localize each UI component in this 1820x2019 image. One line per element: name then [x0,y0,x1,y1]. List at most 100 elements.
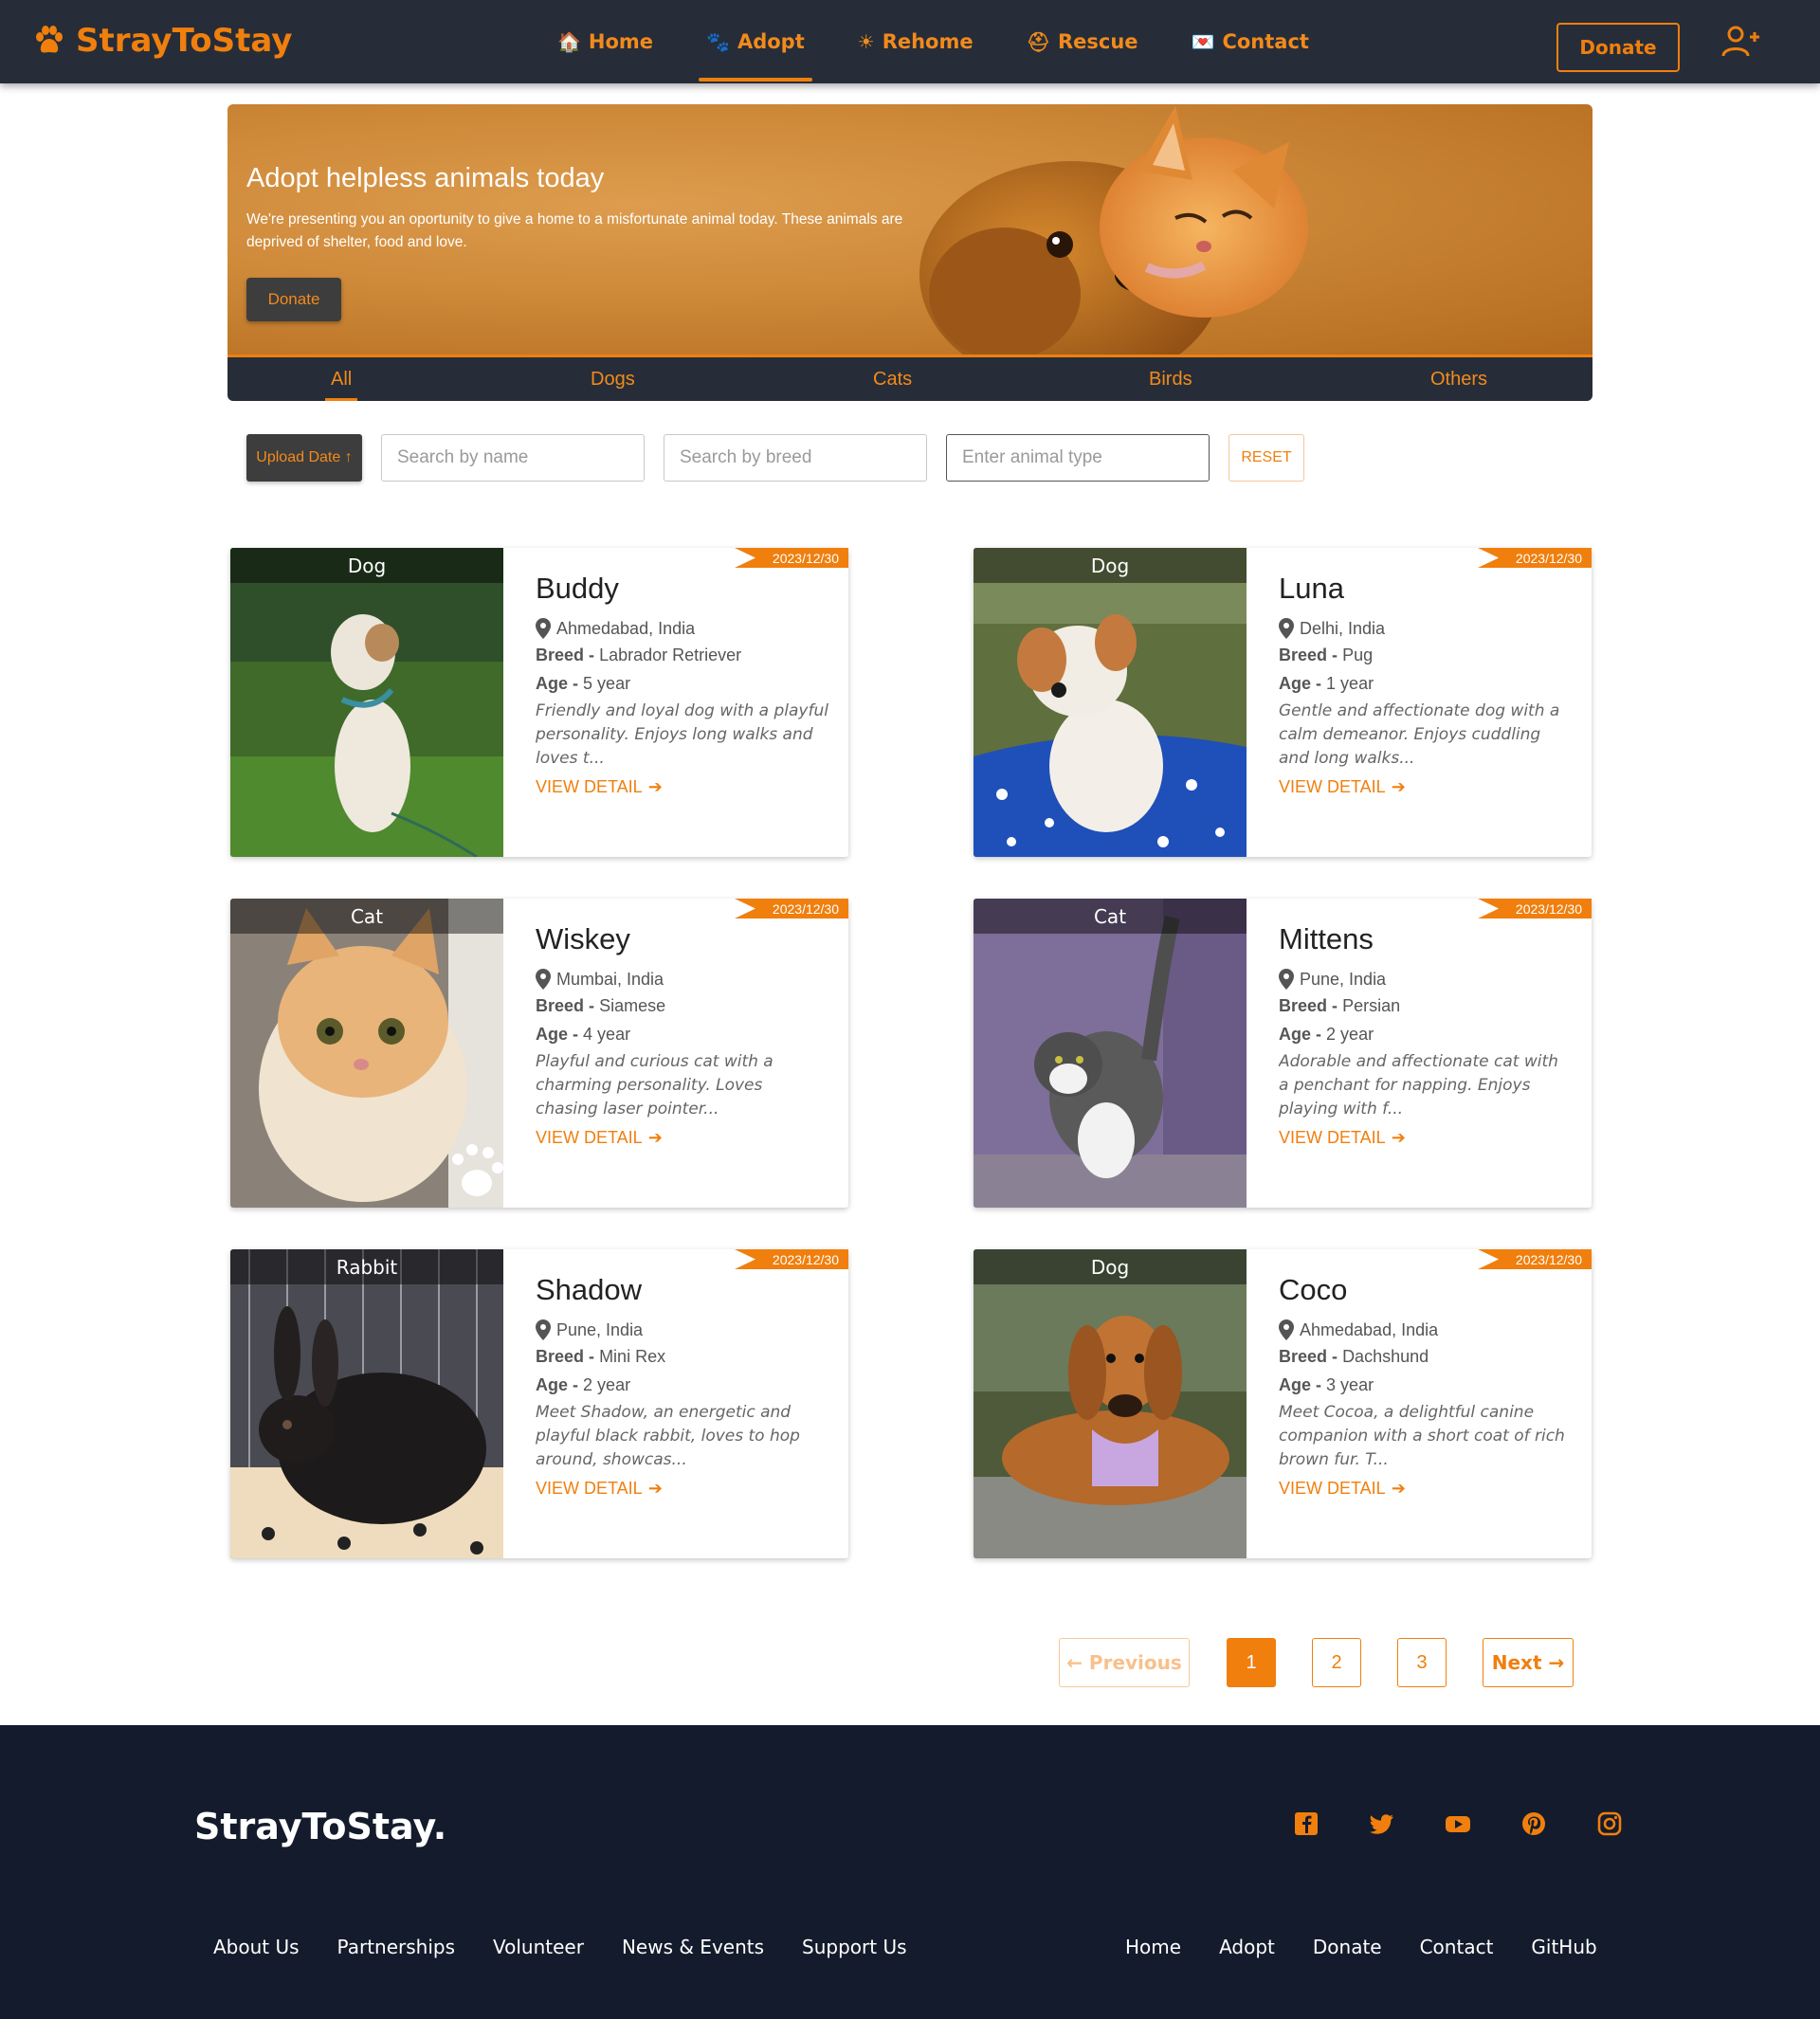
brand-logo[interactable]: StrayToStay [32,19,292,63]
view-detail-label: VIEW DETAIL [536,1479,643,1498]
nav-contact[interactable]: 💌 Contact [1165,0,1336,83]
nav-rescue[interactable]: ⛑ Rescue [1000,0,1165,83]
page-2-button[interactable]: 2 [1312,1638,1361,1687]
footer-brand[interactable]: StrayToStay. [194,1806,446,1847]
location-pin-icon [536,1319,551,1340]
nav-home-label: Home [588,30,654,53]
page-3-button[interactable]: 3 [1397,1638,1447,1687]
tab-birds[interactable]: Birds [1149,357,1192,401]
search-name-input[interactable] [381,434,645,482]
pet-age: 3 year [1326,1375,1374,1394]
arrow-right-icon: ➔ [1391,1128,1406,1147]
paw-icon [36,26,63,53]
pet-photo: Dog [974,548,1247,857]
footer-link-support-us[interactable]: Support Us [802,1936,906,1958]
view-detail-link[interactable]: VIEW DETAIL ➔ [1279,1479,1573,1499]
user-plus-icon[interactable] [1721,25,1759,59]
top-navbar: StrayToStay 🏠 Home 🐾 Adopt ☀ Rehome ⛑ Rescue… [0,0,1820,83]
view-detail-link[interactable]: VIEW DETAIL ➔ [1279,1128,1573,1148]
nav-adopt[interactable]: 🐾 Adopt [680,0,831,83]
view-detail-label: VIEW DETAIL [1279,1479,1386,1498]
pet-card[interactable]: Cat 2023/12/30 Wiskey Mumbai, India Bree… [230,899,848,1208]
social-links [1293,1810,1623,1837]
nav-home[interactable]: 🏠 Home [531,0,680,83]
paw-prints-icon: 🐾 [706,30,730,53]
love-letter-icon: 💌 [1191,30,1215,53]
footer-link-adopt[interactable]: Adopt [1219,1936,1275,1958]
footer-link-contact[interactable]: Contact [1420,1936,1494,1958]
upload-date-ribbon: 2023/12/30 [735,1249,848,1269]
reset-button[interactable]: RESET [1228,434,1304,482]
view-detail-label: VIEW DETAIL [536,1128,643,1147]
footer-link-volunteer[interactable]: Volunteer [493,1936,584,1958]
view-detail-link[interactable]: VIEW DETAIL ➔ [536,1479,829,1499]
pet-card[interactable]: Rabbit 2023/12/30 Shadow Pune, India Bre… [230,1249,848,1558]
breed-label: Breed [536,646,585,664]
upload-date-ribbon: 2023/12/30 [1478,1249,1592,1269]
pet-description: Adorable and affectionate cat with a pen… [1279,1052,1558,1119]
location-pin-icon [536,969,551,990]
nav-rehome-label: Rehome [882,30,974,53]
animal-type-input[interactable] [946,434,1210,482]
pet-description: Playful and curious cat with a charming … [536,1052,774,1119]
twitter-icon[interactable] [1369,1810,1395,1837]
pet-card[interactable]: Dog 2023/12/30 Luna Delhi, India Breed -… [974,548,1592,857]
pet-type-badge: Cat [974,899,1247,934]
pet-description: Gentle and affectionate dog with a calm … [1279,701,1560,768]
pet-card[interactable]: Cat 2023/12/30 Mittens Pune, India Breed… [974,899,1592,1208]
footer-link-news-events[interactable]: News & Events [622,1936,764,1958]
instagram-icon[interactable] [1596,1810,1623,1837]
view-detail-link[interactable]: VIEW DETAIL ➔ [536,1128,829,1148]
sort-upload-date-button[interactable]: Upload Date ↑ [246,434,362,482]
nav-rehome[interactable]: ☀ Rehome [831,0,1000,83]
hero-donate-button[interactable]: Donate [246,278,341,321]
footer-link-donate[interactable]: Donate [1313,1936,1382,1958]
location-pin-icon [1279,969,1294,990]
previous-page-button[interactable]: ← Previous [1059,1638,1190,1687]
sun-icon: ☀ [857,30,875,53]
pinterest-icon[interactable] [1520,1810,1547,1837]
pet-card[interactable]: Dog 2023/12/30 Buddy Ahmedabad, India Br… [230,548,848,857]
view-detail-link[interactable]: VIEW DETAIL ➔ [1279,777,1573,797]
location-pin-icon [1279,618,1294,639]
pet-location: Mumbai, India [556,969,664,989]
brand-name: StrayToStay [76,22,293,60]
rescue-icon: ⛑ [1026,30,1050,53]
arrow-right-icon: ➔ [647,1479,663,1498]
tab-all[interactable]: All [324,357,358,401]
pet-location: Pune, India [556,1319,644,1339]
pet-age: 2 year [583,1375,631,1394]
youtube-icon[interactable] [1445,1810,1471,1837]
nav-contact-label: Contact [1222,30,1309,53]
tab-dogs[interactable]: Dogs [591,357,635,401]
view-detail-label: VIEW DETAIL [1279,777,1386,796]
page-1-button[interactable]: 1 [1227,1638,1276,1687]
pet-type-badge: Rabbit [230,1249,503,1284]
pet-type-badge: Dog [974,1249,1247,1284]
tab-others[interactable]: Others [1430,357,1487,401]
pet-photo: Cat [230,899,503,1208]
age-label: Age [1279,1025,1312,1044]
tab-cats[interactable]: Cats [873,357,912,401]
pet-card[interactable]: Dog 2023/12/30 Coco Ahmedabad, India Bre… [974,1249,1592,1558]
footer-link-about-us[interactable]: About Us [213,1936,300,1958]
pet-photo: Cat [974,899,1247,1208]
pet-description: Meet Cocoa, a delightful canine companio… [1279,1403,1565,1469]
nav-rescue-label: Rescue [1058,30,1138,53]
facebook-icon[interactable] [1293,1810,1320,1837]
search-breed-input[interactable] [664,434,927,482]
pet-location: Pune, India [1300,969,1387,989]
breed-label: Breed [536,996,585,1015]
pet-breed: Persian [1342,996,1401,1015]
pet-breed: Mini Rex [599,1347,666,1366]
breed-label: Breed [536,1347,585,1366]
upload-date-ribbon: 2023/12/30 [735,899,848,919]
nav-donate-button[interactable]: Donate [1556,23,1680,72]
footer-link-partnerships[interactable]: Partnerships [337,1936,455,1958]
footer-link-home[interactable]: Home [1125,1936,1181,1958]
footer-link-github[interactable]: GitHub [1531,1936,1596,1958]
pet-name: Mittens [1279,922,1374,955]
view-detail-label: VIEW DETAIL [1279,1128,1386,1147]
next-page-button[interactable]: Next → [1483,1638,1574,1687]
view-detail-link[interactable]: VIEW DETAIL ➔ [536,777,829,797]
